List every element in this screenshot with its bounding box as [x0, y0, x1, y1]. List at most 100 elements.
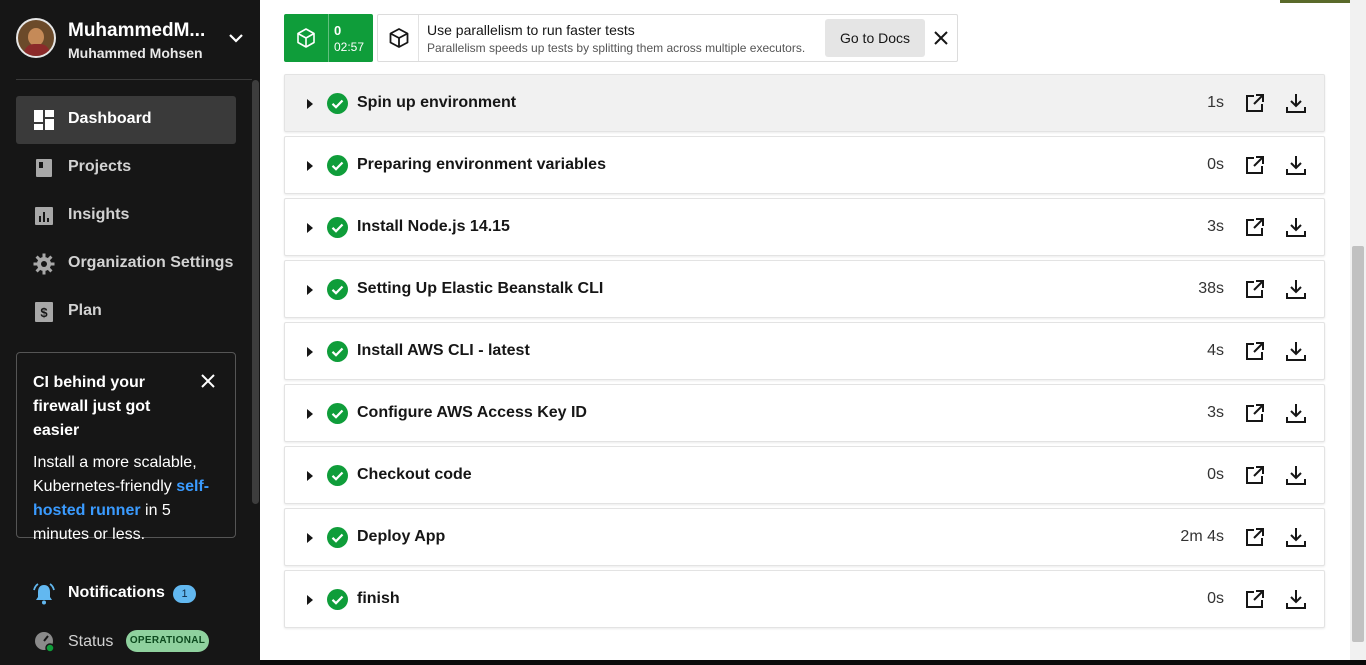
step-duration: 0s [1207, 466, 1224, 483]
step-row[interactable]: Install AWS CLI - latest 4s [284, 322, 1325, 380]
bottom-edge [260, 660, 1366, 665]
download-icon[interactable] [1285, 92, 1307, 114]
expand-caret-icon[interactable] [307, 223, 313, 233]
promo-title: CI behind your firewall just got easier [33, 374, 151, 439]
parallelism-timer: 0 02:57 [284, 14, 373, 62]
expand-caret-icon[interactable] [307, 161, 313, 171]
org-name: MuhammedM... [68, 20, 206, 41]
close-icon[interactable] [933, 30, 949, 46]
step-duration: 38s [1198, 280, 1224, 297]
expand-caret-icon[interactable] [307, 285, 313, 295]
open-external-icon[interactable] [1245, 155, 1265, 175]
open-external-icon[interactable] [1245, 279, 1265, 299]
step-row[interactable]: Install Node.js 14.15 3s [284, 198, 1325, 256]
open-external-icon[interactable] [1245, 341, 1265, 361]
parallelism-banner: Use parallelism to run faster tests Para… [377, 14, 958, 62]
projects-icon [36, 159, 52, 177]
close-icon[interactable] [200, 373, 216, 389]
step-row[interactable]: Setting Up Elastic Beanstalk CLI 38s [284, 260, 1325, 318]
open-external-icon[interactable] [1245, 93, 1265, 113]
gear-icon [33, 253, 55, 275]
cube-icon [389, 28, 409, 48]
sidebar-item-plan[interactable]: $ Plan [16, 288, 236, 336]
sidebar-item-label: Plan [68, 302, 102, 319]
sidebar-item-label: Insights [68, 206, 130, 223]
sidebar-item-insights[interactable]: Insights [16, 192, 236, 240]
step-duration: 4s [1207, 342, 1224, 359]
download-icon[interactable] [1285, 216, 1307, 238]
success-check-icon [327, 217, 348, 238]
elapsed-time: 02:57 [334, 40, 365, 54]
notifications-label: Notifications [68, 584, 165, 601]
step-row[interactable]: finish 0s [284, 570, 1325, 628]
step-row[interactable]: Preparing environment variables 0s [284, 136, 1325, 194]
step-name: Install AWS CLI - latest [357, 342, 530, 359]
success-check-icon [327, 527, 348, 548]
svg-text:$: $ [40, 305, 48, 320]
download-icon[interactable] [1285, 588, 1307, 610]
notification-count-badge: 1 [173, 585, 196, 603]
sidebar-item-organization-settings[interactable]: Organization Settings [16, 240, 236, 288]
expand-caret-icon[interactable] [307, 471, 313, 481]
success-check-icon [327, 589, 348, 610]
step-row[interactable]: Deploy App 2m 4s [284, 508, 1325, 566]
step-name: Install Node.js 14.15 [357, 218, 510, 235]
user-name: Muhammed Mohsen [68, 45, 203, 61]
status-item[interactable]: Status OPERATIONAL [16, 624, 236, 660]
step-name: Setting Up Elastic Beanstalk CLI [357, 280, 604, 297]
bell-icon [33, 583, 55, 605]
dashboard-icon [34, 110, 54, 130]
success-check-icon [327, 403, 348, 424]
download-icon[interactable] [1285, 278, 1307, 300]
step-duration: 0s [1207, 590, 1224, 607]
step-duration: 3s [1207, 218, 1224, 235]
success-check-icon [327, 93, 348, 114]
expand-caret-icon[interactable] [307, 533, 313, 543]
org-switcher[interactable]: MuhammedM... Muhammed Mohsen [16, 18, 252, 62]
step-duration: 0s [1207, 156, 1224, 173]
expand-caret-icon[interactable] [307, 595, 313, 605]
step-row[interactable]: Configure AWS Access Key ID 3s [284, 384, 1325, 442]
success-check-icon [327, 341, 348, 362]
notifications-item[interactable]: Notifications 1 [16, 574, 236, 614]
sidebar-scrollbar[interactable] [252, 80, 259, 504]
insights-icon [35, 207, 53, 225]
expand-caret-icon[interactable] [307, 99, 313, 109]
download-icon[interactable] [1285, 402, 1307, 424]
go-to-docs-button[interactable]: Go to Docs [825, 19, 925, 57]
sidebar: MuhammedM... Muhammed Mohsen Dashboard P… [0, 0, 260, 665]
sidebar-item-dashboard[interactable]: Dashboard [16, 96, 236, 144]
sidebar-item-projects[interactable]: Projects [16, 144, 236, 192]
sidebar-item-label: Dashboard [68, 110, 152, 127]
sidebar-item-label: Projects [68, 158, 132, 175]
step-name: Configure AWS Access Key ID [357, 404, 587, 421]
step-duration: 1s [1207, 94, 1224, 111]
expand-caret-icon[interactable] [307, 409, 313, 419]
open-external-icon[interactable] [1245, 527, 1265, 547]
download-icon[interactable] [1285, 340, 1307, 362]
open-external-icon[interactable] [1245, 465, 1265, 485]
open-external-icon[interactable] [1245, 403, 1265, 423]
open-external-icon[interactable] [1245, 589, 1265, 609]
scrollbar-thumb[interactable] [1352, 246, 1364, 642]
sidebar-divider [16, 79, 252, 80]
expand-caret-icon[interactable] [307, 347, 313, 357]
step-row[interactable]: Spin up environment 1s [284, 74, 1325, 132]
success-check-icon [327, 279, 348, 300]
cube-icon [297, 28, 315, 48]
promo-body: Install a more scalable, Kubernetes-frie… [33, 451, 219, 547]
open-external-icon[interactable] [1245, 217, 1265, 237]
banner-title: Use parallelism to run faster tests [427, 22, 635, 38]
download-icon[interactable] [1285, 526, 1307, 548]
main-scrollbar[interactable] [1350, 0, 1366, 660]
success-check-icon [327, 155, 348, 176]
step-name: Checkout code [357, 466, 472, 483]
download-icon[interactable] [1285, 154, 1307, 176]
step-name: Spin up environment [357, 94, 517, 111]
promo-text: Install a more scalable, Kubernetes-frie… [33, 454, 197, 495]
status-badge: OPERATIONAL [126, 630, 209, 652]
avatar [16, 18, 56, 58]
chevron-down-icon[interactable] [228, 32, 244, 44]
download-icon[interactable] [1285, 464, 1307, 486]
step-row[interactable]: Checkout code 0s [284, 446, 1325, 504]
